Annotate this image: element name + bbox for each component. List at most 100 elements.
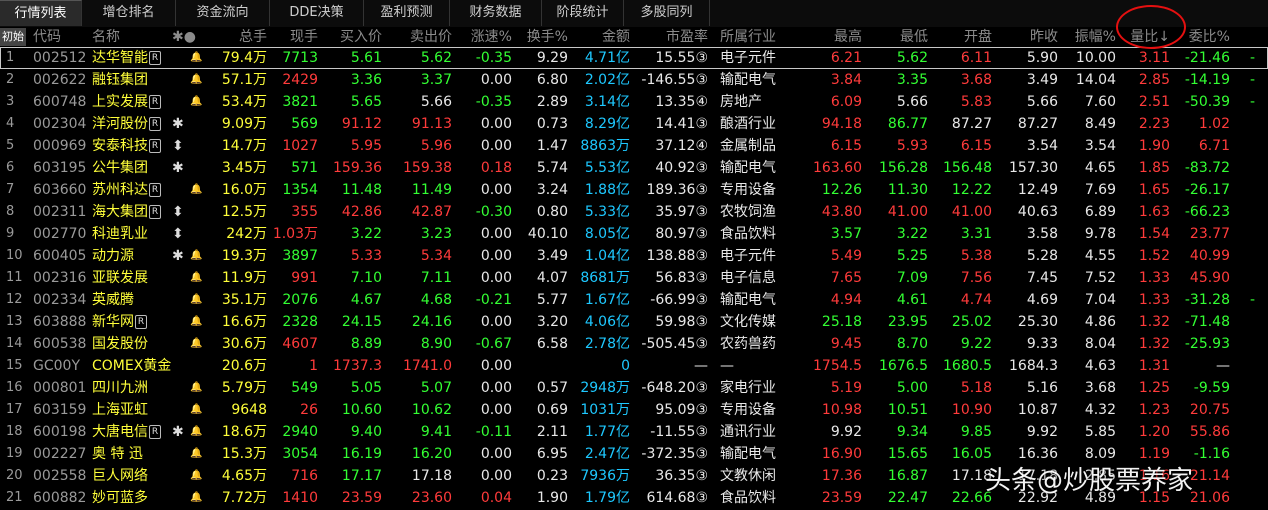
stock-name-text: 上实发展 xyxy=(92,94,148,110)
pe-quarter: ③ xyxy=(695,402,708,418)
rise-speed: -0.35 xyxy=(475,94,512,110)
order-ratio: -9.59 xyxy=(1193,380,1230,396)
rise-speed: 0.00 xyxy=(480,72,512,88)
turnover: 5.77 xyxy=(536,292,568,308)
tab-1[interactable]: 增仓排名 xyxy=(82,0,176,26)
volume-ratio: 2.51 xyxy=(1138,94,1170,110)
init-button[interactable]: 初始 xyxy=(0,28,26,46)
col-header-15[interactable]: 昨收 xyxy=(996,27,1058,47)
tab-7[interactable]: 多股同列 xyxy=(624,0,710,26)
col-header-16[interactable]: 振幅% xyxy=(1062,27,1116,47)
table-row[interactable]: 9 002770 科迪乳业 ⬍ 242万 1.03万 3.22 3.23 0.00 40.10 8.… xyxy=(0,223,1268,245)
low-price: 86.77 xyxy=(887,116,928,132)
tab-0[interactable]: 行情列表 xyxy=(0,0,82,26)
table-row[interactable]: 13 603888 新华网 R 🔔 16.6万 2328 24.15 24.16 0.00 3.20… xyxy=(0,311,1268,333)
table-row[interactable]: 16 000801 四川九洲 🔔 5.79万 549 5.05 5.07 0.00 0.57 294… xyxy=(0,377,1268,399)
rise-speed: -0.11 xyxy=(475,424,512,440)
amplitude: 9.78 xyxy=(1084,226,1116,242)
turnover: 3.49 xyxy=(536,248,568,264)
col-header-2[interactable]: ✱● xyxy=(172,27,196,47)
table-row[interactable]: 5 000969 安泰科技 R ⬍ 14.7万 1027 5.95 5.96 0.00 1.47 88… xyxy=(0,135,1268,157)
tab-3[interactable]: DDE决策 xyxy=(270,0,364,26)
industry: 食品饮料 xyxy=(720,490,776,506)
col-header-11[interactable]: 所属行业 xyxy=(720,27,795,47)
col-header-10[interactable]: 市盈率 xyxy=(636,27,708,47)
amount: 8.29亿 xyxy=(572,113,630,135)
table-row[interactable]: 15 GC00Y COMEX黄金 20.6万 1 1737.3 1741.0 0.00 0 — — 1… xyxy=(0,355,1268,377)
stock-code: 603195 xyxy=(33,160,87,176)
pe-quarter: ④ xyxy=(695,138,708,154)
pe-value: -648.20 xyxy=(641,380,696,396)
amount-value: 8.29 xyxy=(584,116,616,132)
tab-2[interactable]: 资金流向 xyxy=(176,0,270,26)
table-row[interactable]: 17 603159 上海亚虹 🔔 9648 26 10.60 10.62 0.00 0.69 103… xyxy=(0,399,1268,421)
amount-unit: 亿 xyxy=(616,50,630,66)
col-header-4[interactable]: 现手 xyxy=(270,27,318,47)
bid-price: 3.22 xyxy=(350,226,382,242)
table-row[interactable]: 1 002512 达华智能 R 🔔 79.4万 7713 5.61 5.62 -0.35 9.29 4… xyxy=(0,47,1268,69)
order-ratio: 6.71 xyxy=(1198,138,1230,154)
order-ratio: 45.90 xyxy=(1189,270,1230,286)
amount-value: 4.06 xyxy=(584,314,616,330)
amplitude: 8.04 xyxy=(1084,336,1116,352)
stock-code: 600538 xyxy=(33,336,87,352)
col-header-3[interactable]: 总手 xyxy=(200,27,267,47)
table-row[interactable]: 2 002622 融钰集团 🔔 57.1万 2429 3.36 3.37 0.00 6.80 2.0… xyxy=(0,69,1268,91)
pe-value: 37.12 xyxy=(655,138,696,154)
low-price: 41.00 xyxy=(887,204,928,220)
col-header-14[interactable]: 开盘 xyxy=(932,27,992,47)
pe-ratio: 14.41③ xyxy=(636,113,708,135)
amount-value: 5.53 xyxy=(584,160,616,176)
prev-close: 40.63 xyxy=(1017,204,1058,220)
col-header-9[interactable]: 金额 xyxy=(572,27,630,47)
table-row[interactable]: 12 002334 英威腾 🔔 35.1万 2076 4.67 4.68 -0.21 5.77 1.… xyxy=(0,289,1268,311)
order-ratio: -25.93 xyxy=(1184,336,1230,352)
amount-unit: 亿 xyxy=(616,248,630,264)
pe-ratio: -146.55③ xyxy=(636,69,708,91)
prev-close: 12.49 xyxy=(1017,182,1058,198)
amplitude: 5.85 xyxy=(1084,424,1116,440)
col-header-1[interactable]: 名称 xyxy=(92,27,172,47)
table-row[interactable]: 14 600538 国发股份 🔔 30.6万 4607 8.89 8.90 -0.67 6.58 2… xyxy=(0,333,1268,355)
table-row[interactable]: 7 603660 苏州科达 R 🔔 16.0万 1354 11.48 11.49 0.00 3.24… xyxy=(0,179,1268,201)
tab-5[interactable]: 财务数据 xyxy=(450,0,542,26)
col-header-12[interactable]: 最高 xyxy=(800,27,862,47)
col-header-0[interactable]: 代码 xyxy=(33,27,89,47)
pe-quarter: ③ xyxy=(695,50,708,66)
table-row[interactable]: 6 603195 公牛集团 ✱ 3.45万 571 159.36 159.38 0.18 5.74… xyxy=(0,157,1268,179)
total-volume: 11.9万 xyxy=(221,270,267,286)
pe-ratio: 37.12④ xyxy=(636,135,708,157)
ask-price: 8.90 xyxy=(420,336,452,352)
table-row[interactable]: 3 600748 上实发展 R 🔔 53.4万 3821 5.65 5.66 -0.35 2.89 3… xyxy=(0,91,1268,113)
current-volume: 2429 xyxy=(282,72,318,88)
stock-name-text: 英威腾 xyxy=(92,292,134,308)
current-volume: 569 xyxy=(291,116,318,132)
col-header-6[interactable]: 卖出价 xyxy=(386,27,452,47)
col-header-8[interactable]: 换手% xyxy=(515,27,568,47)
current-volume: 571 xyxy=(291,160,318,176)
table-row[interactable]: 4 002304 洋河股份 R ✱ 9.09万 569 91.12 91.13 0.00 0.73 8… xyxy=(0,113,1268,135)
amount-value: 1.77 xyxy=(584,424,616,440)
col-header-5[interactable]: 买入价 xyxy=(322,27,382,47)
current-volume: 1.03万 xyxy=(272,226,318,242)
table-row[interactable]: 11 002316 亚联发展 🔔 11.9万 991 7.10 7.11 0.00 4.07 868… xyxy=(0,267,1268,289)
table-row[interactable]: 10 600405 动力源 🔔 ✱ 19.3万 3897 5.33 5.34 0.00 3.49 1.… xyxy=(0,245,1268,267)
tab-4[interactable]: 盈利预测 xyxy=(364,0,450,26)
order-ratio: -83.72 xyxy=(1184,160,1230,176)
stock-code: 600882 xyxy=(33,490,87,506)
r-badge-icon: R xyxy=(149,425,161,439)
col-header-13[interactable]: 最低 xyxy=(866,27,928,47)
turnover: 0.80 xyxy=(536,204,568,220)
low-price: 7.09 xyxy=(896,270,928,286)
table-row[interactable]: 8 002311 海大集团 R ⬍ 12.5万 355 42.86 42.87 -0.30 0.80… xyxy=(0,201,1268,223)
stock-code: 002512 xyxy=(33,50,87,66)
col-header-7[interactable]: 涨速% xyxy=(455,27,512,47)
high-price: 9.92 xyxy=(830,424,862,440)
volume-ratio: 2.85 xyxy=(1138,72,1170,88)
amount-value: 2948 xyxy=(580,380,616,396)
table-row[interactable]: 18 600198 大唐电信 R 🔔 ✱ 18.6万 2940 9.40 9.41 -0.11 2.1… xyxy=(0,421,1268,443)
tab-6[interactable]: 阶段统计 xyxy=(542,0,624,26)
pe-value: -505.45 xyxy=(641,336,696,352)
stock-name-text: 上海亚虹 xyxy=(92,402,148,418)
stock-code: 600748 xyxy=(33,94,87,110)
